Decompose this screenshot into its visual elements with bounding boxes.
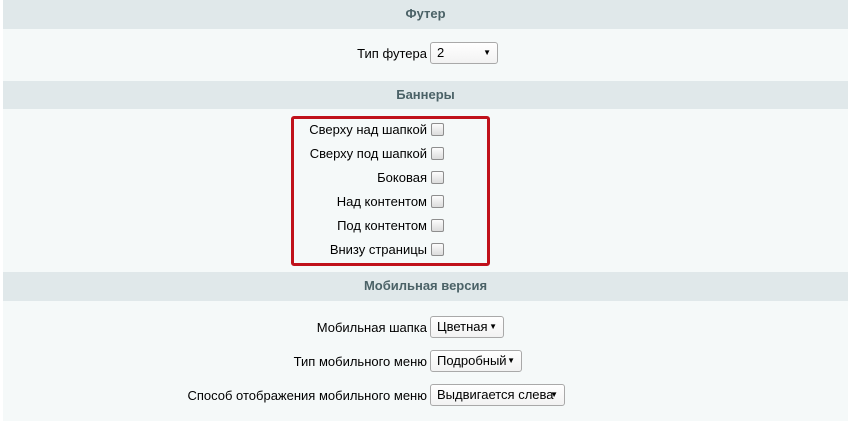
banner-row: Боковая <box>3 166 848 190</box>
banner-label: Сверху над шапкой <box>309 122 427 137</box>
banner-label: Боковая <box>377 170 427 185</box>
footer-type-row: Тип футера 2 ▼ <box>3 42 848 66</box>
mobile-menu-display-row: Способ отображения мобильного меню Выдви… <box>3 384 848 408</box>
mobile-header-value: Цветная <box>437 319 488 334</box>
banner-label: Под контентом <box>337 218 427 233</box>
mobile-header-row: Мобильная шапка Цветная ▼ <box>3 316 848 340</box>
banner-row: Над контентом <box>3 190 848 214</box>
mobile-menu-display-label: Способ отображения мобильного меню <box>187 388 427 403</box>
mobile-menu-display-select[interactable]: Выдвигается слева ▼ <box>430 384 565 406</box>
banner-checkbox[interactable] <box>431 171 444 184</box>
banner-checkbox[interactable] <box>431 147 444 160</box>
banner-row: Сверху под шапкой <box>3 142 848 166</box>
mobile-menu-type-label: Тип мобильного меню <box>293 354 427 369</box>
banner-checkbox[interactable] <box>431 243 444 256</box>
chevron-down-icon: ▼ <box>489 322 497 331</box>
banner-label: Внизу страницы <box>329 242 427 257</box>
mobile-header-label: Мобильная шапка <box>316 320 427 335</box>
section-title-footer: Футер <box>405 6 446 21</box>
settings-panel: Футер Тип футера 2 ▼ Баннеры Сверху над … <box>3 0 848 421</box>
mobile-menu-display-value: Выдвигается слева <box>437 387 554 402</box>
section-header-banners: Баннеры <box>3 81 848 109</box>
mobile-menu-type-select[interactable]: Подробный ▼ <box>430 350 522 372</box>
footer-type-value: 2 <box>437 45 445 60</box>
banner-row: Внизу страницы <box>3 238 848 262</box>
banner-label: Сверху под шапкой <box>309 146 427 161</box>
banner-row: Под контентом <box>3 214 848 238</box>
mobile-menu-type-value: Подробный <box>437 353 507 368</box>
section-header-mobile: Мобильная версия <box>3 272 848 301</box>
banner-label: Над контентом <box>336 194 427 209</box>
banner-checkbox[interactable] <box>431 195 444 208</box>
banner-checkbox[interactable] <box>431 219 444 232</box>
section-title-mobile: Мобильная версия <box>363 278 488 293</box>
mobile-menu-type-row: Тип мобильного меню Подробный ▼ <box>3 350 848 374</box>
banner-row: Сверху над шапкой <box>3 118 848 142</box>
footer-type-select[interactable]: 2 ▼ <box>430 42 498 64</box>
banner-checkbox[interactable] <box>431 123 444 136</box>
section-title-banners: Баннеры <box>396 87 455 102</box>
chevron-down-icon: ▼ <box>550 390 558 399</box>
chevron-down-icon: ▼ <box>507 356 515 365</box>
section-header-footer: Футер <box>3 0 848 29</box>
mobile-header-select[interactable]: Цветная ▼ <box>430 316 504 338</box>
chevron-down-icon: ▼ <box>483 48 491 57</box>
footer-type-label: Тип футера <box>357 46 427 61</box>
